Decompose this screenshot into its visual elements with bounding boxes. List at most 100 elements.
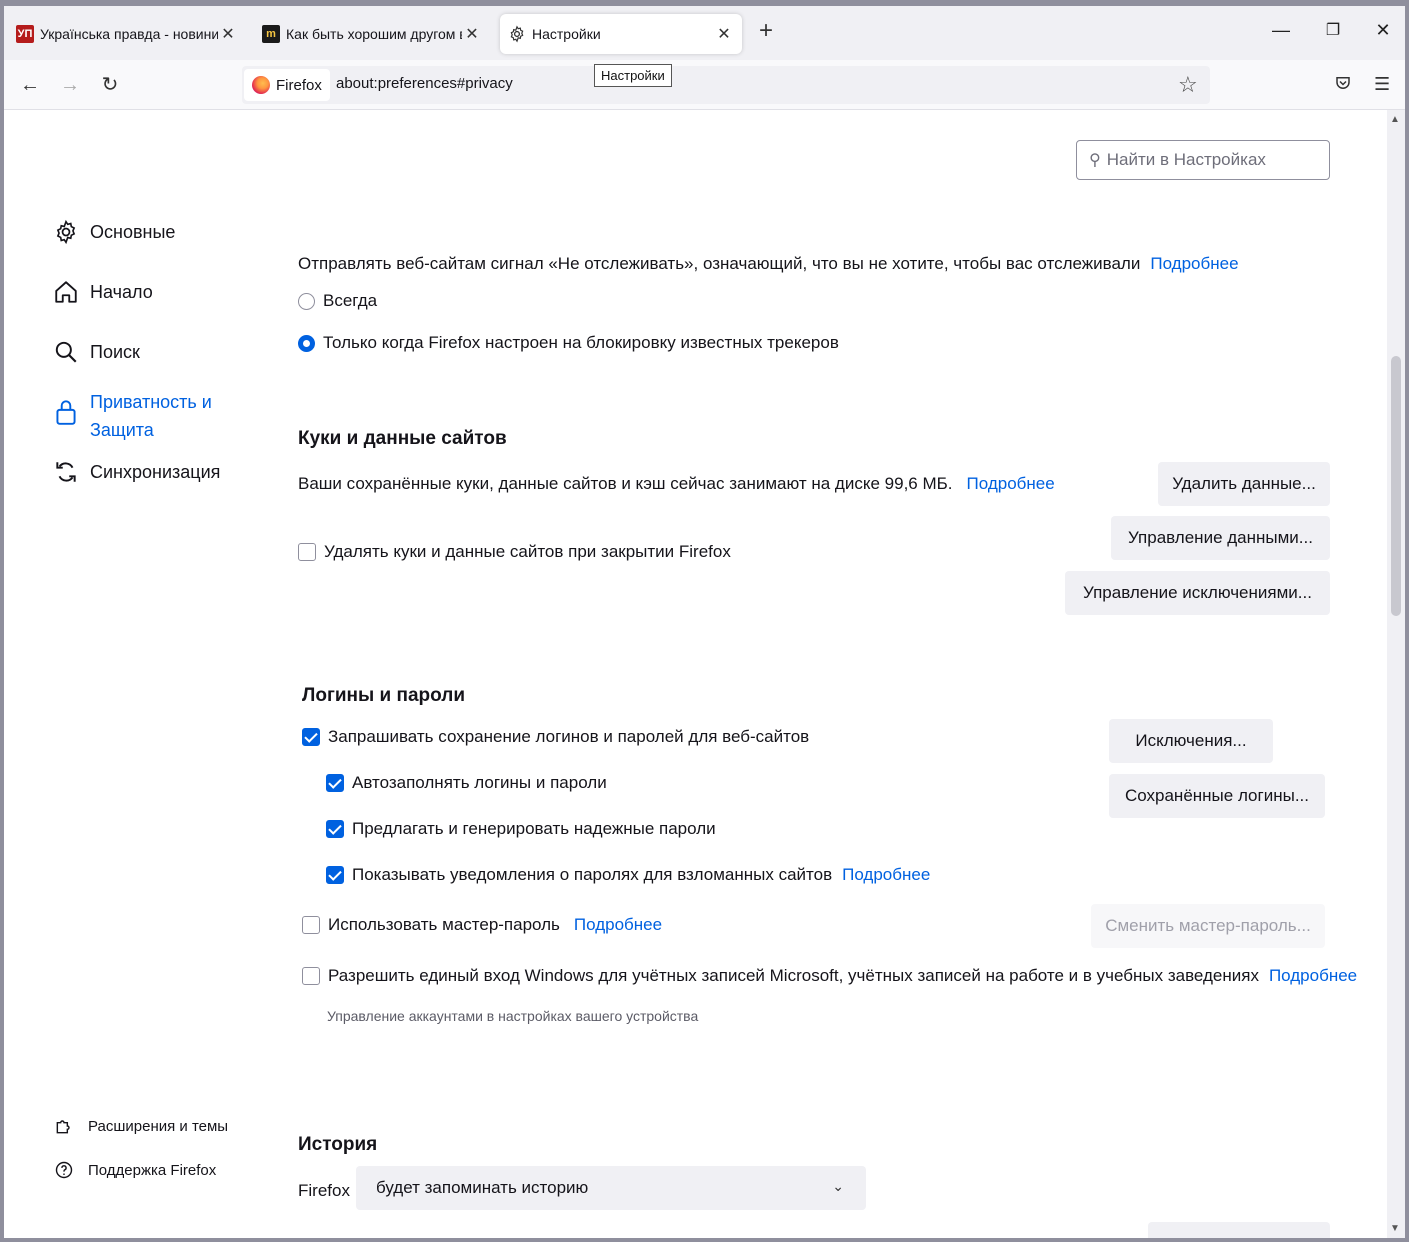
hamburger-menu-icon[interactable]: ☰ bbox=[1374, 74, 1390, 95]
window-close-icon[interactable]: ✕ bbox=[1368, 20, 1398, 41]
forward-button[interactable]: → bbox=[56, 72, 84, 98]
back-button[interactable]: ← bbox=[16, 72, 44, 98]
close-icon[interactable]: ✕ bbox=[462, 24, 482, 44]
sso-learn-more-link[interactable]: Подробнее bbox=[1269, 966, 1357, 986]
article-favicon-icon: m bbox=[262, 25, 280, 43]
radio-tracking-only[interactable] bbox=[298, 334, 315, 352]
home-icon bbox=[52, 278, 80, 306]
breach-learn-more-link[interactable]: Подробнее bbox=[842, 865, 930, 885]
history-section-title: История bbox=[298, 1134, 378, 1155]
identity-box[interactable]: Firefox bbox=[244, 69, 330, 101]
use-master-password[interactable]: Использовать мастер-пароль Подробнее bbox=[302, 915, 662, 935]
master-password-checkbox[interactable] bbox=[302, 916, 320, 934]
breach-alerts[interactable]: Показывать уведомления о паролях для взл… bbox=[326, 865, 930, 885]
master-learn-more-link[interactable]: Подробнее bbox=[574, 915, 662, 935]
sidebar-item-general[interactable]: Основные bbox=[52, 218, 175, 246]
history-prefix: Firefox bbox=[298, 1181, 350, 1200]
windows-sso[interactable]: Разрешить единый вход Windows для учётны… bbox=[302, 966, 1357, 986]
history-mode-select[interactable]: будет запоминать историю ⌄ bbox=[356, 1166, 866, 1210]
lock-icon bbox=[52, 398, 80, 426]
scroll-thumb[interactable] bbox=[1391, 356, 1401, 616]
restore-icon[interactable]: ❐ bbox=[1318, 20, 1348, 40]
sidebar-item-support[interactable]: Поддержка Firefox bbox=[54, 1160, 216, 1180]
clear-cookies-on-close[interactable]: Удалять куки и данные сайтов при закрыти… bbox=[298, 542, 731, 562]
scroll-up-icon[interactable]: ▲ bbox=[1390, 114, 1400, 125]
sidebar-item-label: Приватность и Защита bbox=[90, 392, 212, 440]
radio-always[interactable] bbox=[298, 292, 315, 310]
ask-save-logins[interactable]: Запрашивать сохранение логинов и паролей… bbox=[302, 727, 809, 747]
saved-logins-button[interactable]: Сохранённые логины... bbox=[1109, 774, 1325, 818]
nav-toolbar: ← → ↻ Firefox about:preferences#privacy … bbox=[4, 60, 1405, 110]
clear-data-button[interactable]: Удалить данные... bbox=[1158, 462, 1330, 506]
sidebar-item-label: Синхронизация bbox=[90, 462, 221, 482]
autofill-checkbox[interactable] bbox=[326, 774, 344, 792]
tab-ukrpravda[interactable]: УП Українська правда - новини он ✕ bbox=[8, 14, 246, 54]
dnt-description: Отправлять веб-сайтам сигнал «Не отслежи… bbox=[298, 254, 1239, 273]
sidebar-item-label: Основные bbox=[90, 222, 176, 242]
dnt-learn-more-link[interactable]: Подробнее bbox=[1150, 254, 1238, 273]
reload-button[interactable]: ↻ bbox=[96, 72, 124, 98]
sidebar-item-label: Начало bbox=[90, 282, 153, 302]
login-exceptions-button[interactable]: Исключения... bbox=[1109, 719, 1273, 763]
content-scrollbar[interactable]: ▲ ▼ bbox=[1387, 110, 1405, 1238]
sync-icon bbox=[52, 458, 80, 486]
suggest-checkbox[interactable] bbox=[326, 820, 344, 838]
search-icon bbox=[52, 338, 80, 366]
preferences-content: ⚲ Найти в Настройках Основные Начало Пои… bbox=[4, 110, 1387, 1238]
clear-cookies-checkbox[interactable] bbox=[298, 543, 316, 561]
sidebar-item-privacy[interactable]: Приватность и Защита bbox=[52, 388, 212, 444]
browser-window: УП Українська правда - новини он ✕ m Как… bbox=[4, 6, 1405, 1238]
gear-icon bbox=[508, 25, 526, 43]
sidebar-item-sync[interactable]: Синхронизация bbox=[52, 458, 220, 486]
chevron-down-icon: ⌄ bbox=[832, 1178, 844, 1194]
tab-tooltip: Настройки bbox=[594, 64, 672, 87]
logins-section-title: Логины и пароли bbox=[302, 685, 466, 706]
history-clear-button[interactable] bbox=[1148, 1222, 1330, 1238]
tab-settings[interactable]: Настройки ✕ bbox=[500, 14, 742, 54]
bookmark-star-icon[interactable]: ☆ bbox=[1178, 72, 1198, 98]
ukrpravda-favicon-icon: УП bbox=[16, 25, 34, 43]
tab-title: Как быть хорошим другом в 2 bbox=[286, 26, 462, 42]
history-mode-value: будет запоминать историю bbox=[376, 1178, 589, 1197]
autofill-logins[interactable]: Автозаполнять логины и пароли bbox=[326, 773, 607, 793]
manage-data-button[interactable]: Управление данными... bbox=[1111, 516, 1330, 560]
sidebar-item-label: Расширения и темы bbox=[88, 1117, 229, 1135]
gear-icon bbox=[52, 218, 80, 246]
suggest-passwords[interactable]: Предлагать и генерировать надежные парол… bbox=[326, 819, 716, 839]
cookies-learn-more-link[interactable]: Подробнее bbox=[967, 474, 1055, 493]
url-text[interactable]: about:preferences#privacy bbox=[336, 75, 513, 92]
cookies-section-title: Куки и данные сайтов bbox=[298, 428, 507, 449]
sidebar-item-label: Поиск bbox=[90, 342, 140, 362]
ask-save-checkbox[interactable] bbox=[302, 728, 320, 746]
firefox-logo-icon bbox=[252, 76, 270, 94]
sidebar-item-home[interactable]: Начало bbox=[52, 278, 153, 306]
minimize-icon[interactable]: — bbox=[1266, 20, 1296, 41]
new-tab-button[interactable]: + bbox=[754, 18, 778, 46]
dnt-option-tracking[interactable]: Только когда Firefox настроен на блокиро… bbox=[298, 333, 839, 353]
dnt-option-always[interactable]: Всегда bbox=[298, 291, 377, 311]
tab-friend-article[interactable]: m Как быть хорошим другом в 2 ✕ bbox=[254, 14, 490, 54]
pocket-icon[interactable] bbox=[1334, 74, 1352, 97]
sidebar-item-search[interactable]: Поиск bbox=[52, 338, 140, 366]
tab-title: Настройки bbox=[532, 26, 601, 42]
sso-checkbox[interactable] bbox=[302, 967, 320, 985]
tab-title: Українська правда - новини он bbox=[40, 26, 218, 42]
close-icon[interactable]: ✕ bbox=[218, 24, 238, 44]
sidebar-item-addons[interactable]: Расширения и темы bbox=[54, 1116, 228, 1136]
sso-subtext: Управление аккаунтами в настройках вашег… bbox=[327, 1008, 699, 1024]
change-master-password-button[interactable]: Сменить мастер-пароль... bbox=[1091, 904, 1325, 948]
puzzle-icon bbox=[54, 1116, 74, 1136]
search-placeholder: Найти в Настройках bbox=[1106, 150, 1266, 169]
identity-label: Firefox bbox=[276, 76, 322, 94]
scroll-down-icon[interactable]: ▼ bbox=[1390, 1223, 1400, 1234]
tab-strip: УП Українська правда - новини он ✕ m Как… bbox=[4, 6, 1405, 60]
manage-exceptions-button[interactable]: Управление исключениями... bbox=[1065, 571, 1330, 615]
url-bar[interactable]: Firefox about:preferences#privacy ☆ bbox=[242, 66, 1210, 104]
search-icon: ⚲ bbox=[1089, 152, 1101, 169]
help-icon bbox=[54, 1160, 74, 1180]
cookies-usage: Ваши сохранённые куки, данные сайтов и к… bbox=[298, 474, 1055, 493]
sidebar-item-label: Поддержка Firefox bbox=[88, 1161, 217, 1179]
breach-checkbox[interactable] bbox=[326, 866, 344, 884]
close-icon[interactable]: ✕ bbox=[714, 24, 734, 44]
search-input[interactable]: ⚲ Найти в Настройках bbox=[1076, 140, 1330, 180]
